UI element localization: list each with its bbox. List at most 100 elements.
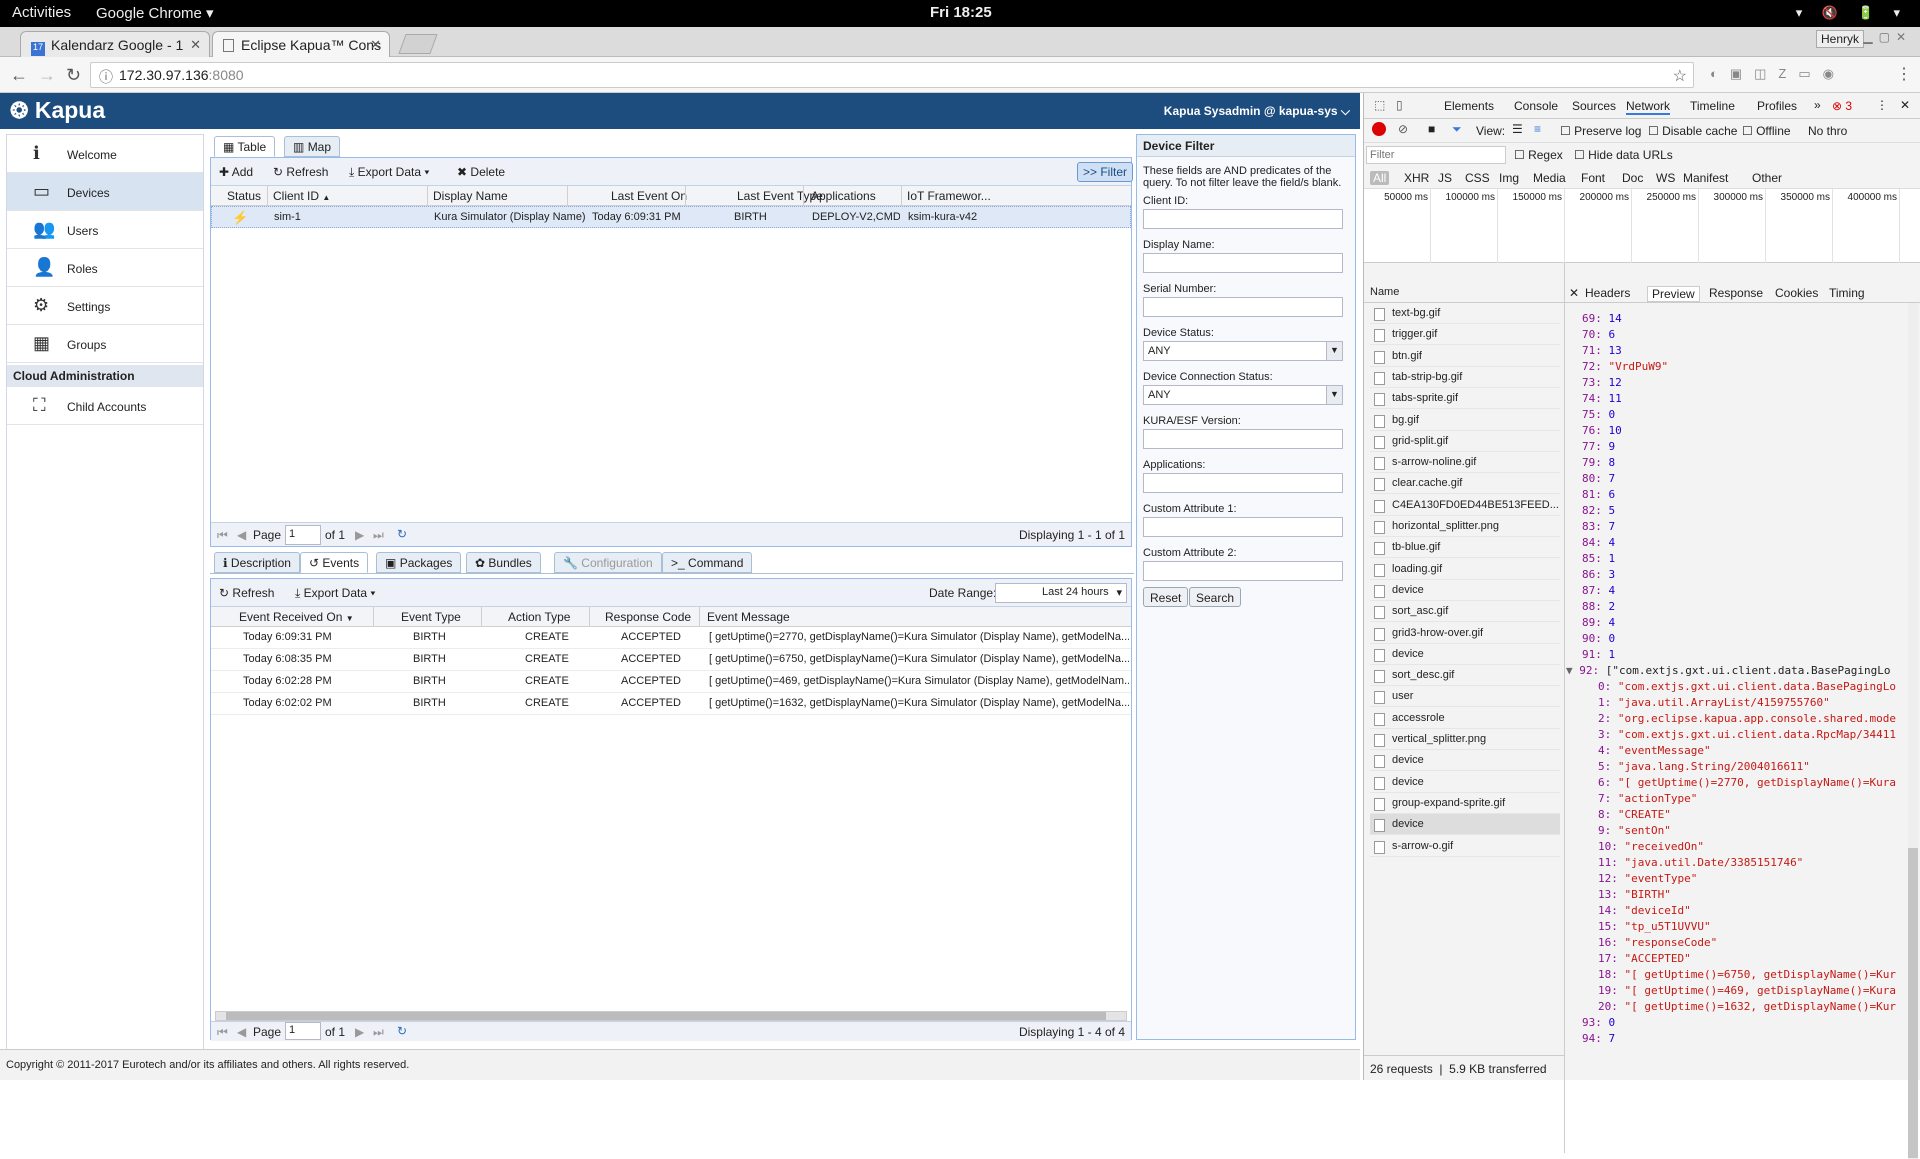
close-icon[interactable]: ✕ (370, 37, 381, 53)
error-count-badge[interactable]: ⊗ 3 (1832, 99, 1852, 113)
preview-line[interactable]: 12: "eventType" (1598, 872, 1697, 888)
delete-button[interactable]: ✖ Delete (457, 165, 505, 179)
sidebar-item-child-accounts[interactable]: ⛶ Child Accounts (7, 387, 203, 425)
preview-line[interactable]: 77: 9 (1582, 440, 1615, 456)
filter-icon[interactable]: ⏷ (1452, 122, 1462, 137)
preview-line[interactable]: 76: 10 (1582, 424, 1622, 440)
back-icon[interactable]: ← (10, 65, 28, 86)
preview-line[interactable]: 90: 0 (1582, 632, 1615, 648)
devtools-tab-elements[interactable]: Elements (1444, 99, 1494, 113)
info-icon[interactable]: ⓘ (99, 67, 113, 87)
profile-button[interactable]: Henryk (1815, 30, 1864, 48)
preview-line[interactable]: 86: 3 (1582, 568, 1615, 584)
request-item[interactable]: device (1370, 580, 1560, 601)
column-action-type[interactable]: Action Type (508, 610, 570, 624)
browser-tab-kapua[interactable]: Eclipse Kapua™ Cons ✕ (212, 31, 390, 57)
preview-line[interactable]: 88: 2 (1582, 600, 1615, 616)
first-page-icon[interactable]: ⏮ (217, 528, 228, 543)
sidebar-item-groups[interactable]: ▦ Groups (7, 325, 203, 363)
column-display-name[interactable]: Display Name (433, 189, 508, 203)
browser-tab-calendar[interactable]: 17 Kalendarz Google - 1 ✕ (20, 31, 210, 57)
preview-line[interactable]: 15: "tp_u5T1UVVU" (1598, 920, 1711, 936)
column-last-event-type[interactable]: Last Event Type (737, 189, 823, 203)
last-page-icon[interactable]: ⏭ (373, 528, 384, 543)
request-item[interactable]: device (1370, 772, 1560, 793)
refresh-icon[interactable]: ↻ (397, 527, 407, 541)
preview-line[interactable]: 3: "com.extjs.gxt.ui.client.data.RpcMap/… (1598, 728, 1896, 744)
preview-line[interactable]: ▼ 92: ["com.extjs.gxt.ui.client.data.Bas… (1566, 664, 1891, 680)
name-column-header[interactable]: Name (1364, 281, 1564, 303)
network-overview[interactable]: 50000 ms 100000 ms 150000 ms 200000 ms 25000… (1364, 189, 1920, 263)
request-item[interactable]: sort_asc.gif (1370, 601, 1560, 623)
request-item[interactable]: tabs-sprite.gif (1370, 388, 1560, 410)
refresh-icon[interactable]: ↻ (397, 1024, 407, 1038)
column-response-code[interactable]: Response Code (605, 610, 691, 624)
request-item[interactable]: user (1370, 686, 1560, 708)
table-row[interactable]: Today 6:02:28 PM BIRTH CREATE ACCEPTED [ get… (211, 671, 1131, 693)
detail-tab-preview[interactable]: Preview (1647, 286, 1700, 302)
detail-tab-timing[interactable]: Timing (1829, 286, 1865, 300)
request-item[interactable]: text-bg.gif (1370, 303, 1560, 324)
type-filter-img[interactable]: Img (1499, 171, 1519, 185)
request-item[interactable]: grid3-hrow-over.gif (1370, 623, 1560, 644)
preview-line[interactable]: 80: 7 (1582, 472, 1615, 488)
app-menu[interactable]: Google Chrome ▾ (96, 4, 214, 22)
preview-line[interactable]: 87: 4 (1582, 584, 1615, 600)
preview-line[interactable]: 84: 4 (1582, 536, 1615, 552)
request-item[interactable]: grid-split.gif (1370, 431, 1560, 452)
inspect-icon[interactable]: ⬚ (1374, 98, 1385, 112)
next-page-icon[interactable]: ▶ (355, 1025, 364, 1039)
request-item[interactable]: tb-blue.gif (1370, 537, 1560, 559)
serial-number-input[interactable] (1143, 297, 1343, 317)
preview-line[interactable]: 8: "CREATE" (1598, 808, 1671, 824)
type-filter-xhr[interactable]: XHR (1404, 171, 1429, 185)
export-data-button[interactable]: ⤓ Export Data ▾ (349, 165, 429, 180)
display-name-input[interactable] (1143, 253, 1343, 273)
preserve-log-checkbox[interactable]: ☐ Preserve log (1560, 124, 1641, 138)
system-tray-icons[interactable]: ▾ 🔇 🔋 ▾ (1796, 5, 1908, 21)
user-menu[interactable]: Kapua Sysadmin @ kapua-sys ⌵ (1164, 104, 1350, 119)
horizontal-scrollbar[interactable] (215, 1011, 1127, 1021)
close-icon[interactable]: ✕ (190, 37, 201, 53)
preview-line[interactable]: 91: 1 (1582, 648, 1615, 664)
preview-line[interactable]: 13: "BIRTH" (1598, 888, 1671, 904)
preview-line[interactable]: 11: "java.util.Date/3385151746" (1598, 856, 1803, 872)
last-page-icon[interactable]: ⏭ (373, 1025, 384, 1040)
column-event-type[interactable]: Event Type (401, 610, 461, 624)
preview-line[interactable]: 94: 7 (1582, 1032, 1615, 1048)
record-icon[interactable] (1372, 122, 1386, 136)
window-controls[interactable]: ▁▢✕ (1863, 30, 1912, 44)
clock[interactable]: Fri 18:25 (930, 4, 992, 21)
preview-line[interactable]: 19: "[ getUptime()=469, getDisplayName()… (1598, 984, 1896, 1000)
close-icon[interactable]: ✕ (1900, 98, 1910, 112)
throttling-select[interactable]: No thro (1808, 124, 1916, 138)
preview-line[interactable]: 4: "eventMessage" (1598, 744, 1711, 760)
preview-line[interactable]: 89: 4 (1582, 616, 1615, 632)
preview-line[interactable]: 6: "[ getUptime()=2770, getDisplayName()… (1598, 776, 1896, 792)
waterfall-view-icon[interactable]: ≡ (1534, 122, 1541, 136)
request-item[interactable]: accessrole (1370, 708, 1560, 729)
sidebar-item-welcome[interactable]: ℹ Welcome (7, 135, 203, 173)
preview-line[interactable]: 81: 6 (1582, 488, 1615, 504)
table-row[interactable]: Today 6:02:02 PM BIRTH CREATE ACCEPTED [ get… (211, 693, 1131, 715)
request-item[interactable]: loading.gif (1370, 559, 1560, 580)
preview-line[interactable]: 72: "VrdPuW9" (1582, 360, 1668, 376)
devtools-tab-sources[interactable]: Sources (1572, 99, 1616, 113)
column-client-id[interactable]: Client ID ▲ (273, 189, 330, 203)
detail-tab-headers[interactable]: Headers (1585, 286, 1630, 300)
first-page-icon[interactable]: ⏮ (217, 1025, 228, 1040)
add-button[interactable]: ✚ Add (219, 165, 253, 179)
devtools-tab-profiles[interactable]: Profiles (1757, 99, 1797, 113)
request-item[interactable]: horizontal_splitter.png (1370, 516, 1560, 537)
list-view-icon[interactable]: ☰ (1512, 122, 1523, 136)
device-status-select[interactable]: ANY ▼ (1143, 341, 1343, 361)
preview-line[interactable]: 82: 5 (1582, 504, 1615, 520)
preview-line[interactable]: 18: "[ getUptime()=6750, getDisplayName(… (1598, 968, 1896, 984)
request-item[interactable]: device (1370, 814, 1560, 836)
refresh-button[interactable]: ↻ Refresh (273, 165, 328, 179)
activities-button[interactable]: Activities (12, 4, 71, 21)
sidebar-item-settings[interactable]: ⚙ Settings (7, 287, 203, 325)
devtools-tab-console[interactable]: Console (1514, 99, 1558, 113)
type-filter-manifest[interactable]: Manifest (1683, 171, 1728, 185)
filter-toggle-button[interactable]: >> Filter (1077, 162, 1134, 182)
